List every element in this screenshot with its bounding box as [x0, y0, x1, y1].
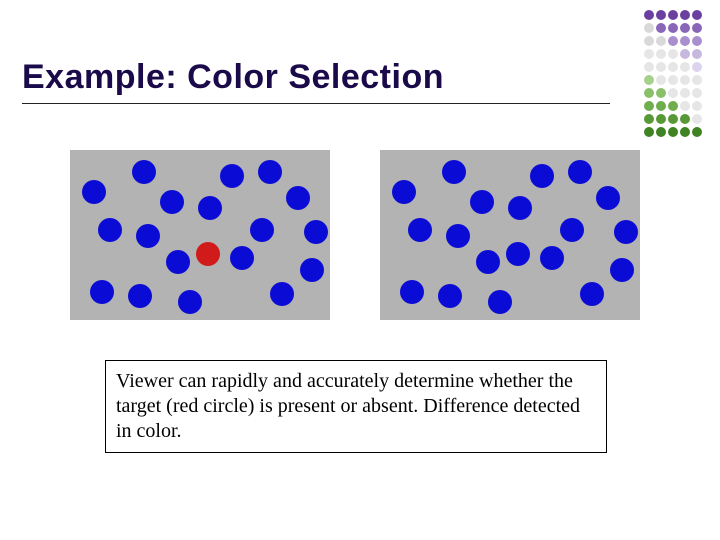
slide-title: Example: Color Selection [22, 58, 610, 97]
deco-dot [680, 10, 690, 20]
blue-circle [488, 290, 512, 314]
deco-dot [680, 101, 690, 111]
deco-dot [680, 23, 690, 33]
deco-dot [644, 75, 654, 85]
deco-dot [656, 10, 666, 20]
blue-circle [136, 224, 160, 248]
deco-dot [656, 36, 666, 46]
panel-target-present [70, 150, 330, 320]
blue-circle [160, 190, 184, 214]
red-circle [196, 242, 220, 266]
deco-dot [692, 101, 702, 111]
blue-circle [166, 250, 190, 274]
deco-dot [668, 88, 678, 98]
deco-dot [692, 36, 702, 46]
corner-dot-decoration [642, 10, 702, 140]
deco-dot [680, 49, 690, 59]
blue-circle [82, 180, 106, 204]
blue-circle [610, 258, 634, 282]
caption-box: Viewer can rapidly and accurately determ… [105, 360, 607, 453]
blue-circle [438, 284, 462, 308]
deco-dot [680, 114, 690, 124]
blue-circle [198, 196, 222, 220]
deco-dot [668, 127, 678, 137]
blue-circle [560, 218, 584, 242]
blue-circle [132, 160, 156, 184]
deco-dot [644, 36, 654, 46]
deco-dot [692, 49, 702, 59]
blue-circle [580, 282, 604, 306]
deco-dot [680, 36, 690, 46]
deco-dot [644, 49, 654, 59]
blue-circle [258, 160, 282, 184]
blue-circle [304, 220, 328, 244]
blue-circle [286, 186, 310, 210]
example-panels [70, 150, 640, 320]
deco-dot [668, 114, 678, 124]
deco-dot [692, 127, 702, 137]
deco-dot [644, 62, 654, 72]
deco-dot [692, 62, 702, 72]
blue-circle [128, 284, 152, 308]
blue-circle [614, 220, 638, 244]
deco-dot [656, 101, 666, 111]
deco-dot [692, 88, 702, 98]
blue-circle [408, 218, 432, 242]
blue-circle [568, 160, 592, 184]
deco-dot [656, 49, 666, 59]
deco-dot [668, 36, 678, 46]
blue-circle [250, 218, 274, 242]
blue-circle [270, 282, 294, 306]
blue-circle [178, 290, 202, 314]
blue-circle [530, 164, 554, 188]
deco-dot [644, 114, 654, 124]
deco-dot [668, 23, 678, 33]
blue-circle [98, 218, 122, 242]
deco-dot [644, 127, 654, 137]
deco-dot [692, 75, 702, 85]
deco-dot [692, 23, 702, 33]
blue-circle [540, 246, 564, 270]
blue-circle [442, 160, 466, 184]
blue-circle [230, 246, 254, 270]
deco-dot [656, 75, 666, 85]
blue-circle [220, 164, 244, 188]
deco-dot [668, 10, 678, 20]
deco-dot [668, 49, 678, 59]
blue-circle [392, 180, 416, 204]
deco-dot [656, 62, 666, 72]
panel-target-absent [380, 150, 640, 320]
blue-circle [300, 258, 324, 282]
deco-dot [680, 88, 690, 98]
blue-circle [446, 224, 470, 248]
deco-dot [656, 114, 666, 124]
deco-dot [680, 127, 690, 137]
blue-circle [476, 250, 500, 274]
deco-dot [680, 62, 690, 72]
deco-dot [656, 23, 666, 33]
deco-dot [692, 114, 702, 124]
deco-dot [656, 88, 666, 98]
deco-dot [644, 10, 654, 20]
title-bar: Example: Color Selection [22, 58, 610, 104]
deco-dot [692, 10, 702, 20]
deco-dot [668, 101, 678, 111]
deco-dot [680, 75, 690, 85]
blue-circle [400, 280, 424, 304]
deco-dot [644, 101, 654, 111]
blue-circle [90, 280, 114, 304]
deco-dot [656, 127, 666, 137]
blue-circle [596, 186, 620, 210]
deco-dot [668, 75, 678, 85]
blue-circle [508, 196, 532, 220]
deco-dot [644, 23, 654, 33]
deco-dot [644, 88, 654, 98]
blue-circle [470, 190, 494, 214]
deco-dot [668, 62, 678, 72]
blue-circle [506, 242, 530, 266]
